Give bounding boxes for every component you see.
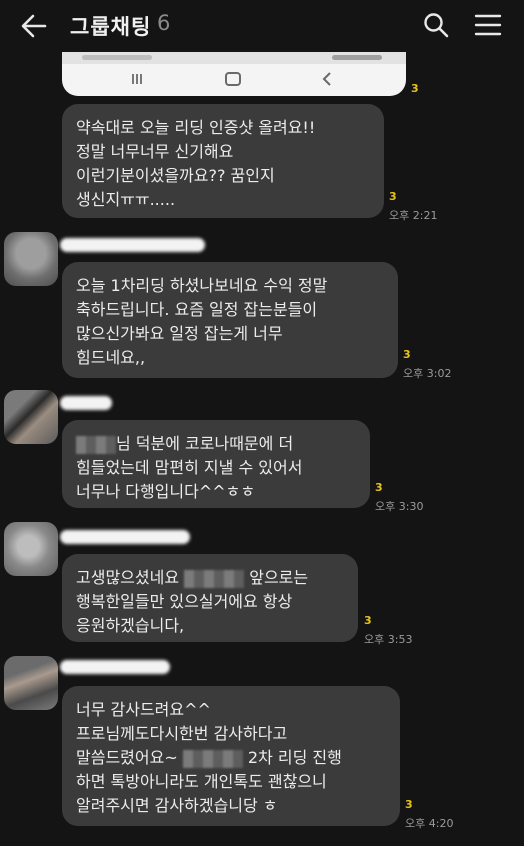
- message-line: 알려주시면 감사하겠습니당 ㅎ: [76, 796, 278, 815]
- message-line: 정말 너무너무 신기해요: [76, 142, 234, 161]
- message-line: 하면 톡방아니라도 개인톡도 괜찮으니: [76, 772, 327, 791]
- unread-count: 3: [403, 348, 411, 361]
- nav-back-icon: [322, 72, 331, 86]
- member-count: 6: [157, 11, 171, 35]
- message-line: 프로님께도다시한번 감사하다고: [76, 724, 288, 743]
- message-bubble[interactable]: 오늘 1차리딩 하셨나보네요 수익 정말 축하드립니다. 요즘 일정 잡는분들이…: [62, 262, 398, 378]
- unread-count: 3: [364, 614, 372, 627]
- sender-name-blurred: [60, 660, 170, 674]
- unread-count: 3: [389, 190, 397, 203]
- hamburger-menu-icon[interactable]: [474, 13, 502, 37]
- message-time: 오후 4:20: [405, 817, 454, 830]
- message-bubble[interactable]: 너무 감사드려요^^ 프로님께도다시한번 감사하다고 말씀드렸어요~ 2차 리딩…: [62, 686, 400, 826]
- message-line: 축하드립니다. 요즘 일정 잡는분들이: [76, 300, 318, 319]
- unread-count: 3: [375, 481, 383, 494]
- message-line: 생신지ㅠㅠ.....: [76, 190, 176, 209]
- censored-name: [184, 569, 245, 588]
- message-line: 힘들었는데 맘편히 지낼 수 있어서: [76, 458, 303, 477]
- chat-header: 그룹채팅 6: [0, 0, 524, 52]
- message-line: 말씀드렸어요~: [76, 748, 178, 767]
- message-line: 힘드네요,,: [76, 348, 146, 367]
- screenshot-blurred-strip: [62, 52, 406, 64]
- message-time: 오후 3:30: [375, 500, 424, 513]
- message-time: 오후 3:02: [403, 367, 452, 380]
- message-time: 오후 3:53: [364, 633, 413, 646]
- message-bubble[interactable]: 약속대로 오늘 리딩 인증샷 올려요!! 정말 너무너무 신기해요 이런기분이셨…: [62, 104, 384, 218]
- message-line: 응원하겠습니다,: [76, 616, 185, 635]
- back-arrow-icon[interactable]: [20, 13, 48, 39]
- message-line: 2차 리딩 진행: [247, 748, 342, 767]
- sender-name-blurred: [60, 530, 190, 544]
- censored-name: [76, 435, 116, 454]
- chat-title: 그룹채팅: [70, 15, 152, 39]
- message-line: 너무나 다행입니다^^ㅎㅎ: [76, 482, 256, 501]
- message-bubble[interactable]: 님 덕분에 코로나때문에 더 힘들었는데 맘편히 지낼 수 있어서 너무나 다행…: [62, 420, 370, 508]
- avatar[interactable]: [4, 232, 58, 286]
- message-line: 이런기분이셨을까요?? 꿈인지: [76, 166, 275, 185]
- sender-name-blurred: [60, 396, 112, 410]
- unread-count: 3: [411, 82, 419, 95]
- avatar[interactable]: [4, 390, 58, 444]
- recent-apps-icon: [132, 74, 142, 84]
- unread-count: 3: [405, 798, 413, 811]
- message-line: 고생많으셨네요: [76, 568, 180, 587]
- message-line: 앞으로는: [249, 568, 309, 587]
- sender-name-blurred: [60, 238, 205, 252]
- avatar[interactable]: [4, 656, 58, 710]
- message-line: 님 덕분에 코로나때문에 더: [116, 434, 294, 453]
- search-icon[interactable]: [423, 12, 449, 38]
- message-line: 많으신가봐요 일정 잡는게 너무: [76, 324, 283, 343]
- home-icon: [225, 72, 241, 86]
- message-line: 오늘 1차리딩 하셨나보네요 수익 정말: [76, 276, 328, 295]
- avatar[interactable]: [4, 522, 58, 576]
- shared-screenshot-image[interactable]: [62, 52, 406, 96]
- message-time: 오후 2:21: [389, 209, 438, 222]
- message-line: 약속대로 오늘 리딩 인증샷 올려요!!: [76, 118, 316, 137]
- message-line: 행복한일들만 있으실거에요 항상: [76, 592, 293, 611]
- censored-name: [182, 749, 243, 768]
- message-line: 너무 감사드려요^^: [76, 700, 211, 719]
- message-bubble[interactable]: 고생많으셨네요 앞으로는 행복한일들만 있으실거에요 항상 응원하겠습니다,: [62, 554, 358, 642]
